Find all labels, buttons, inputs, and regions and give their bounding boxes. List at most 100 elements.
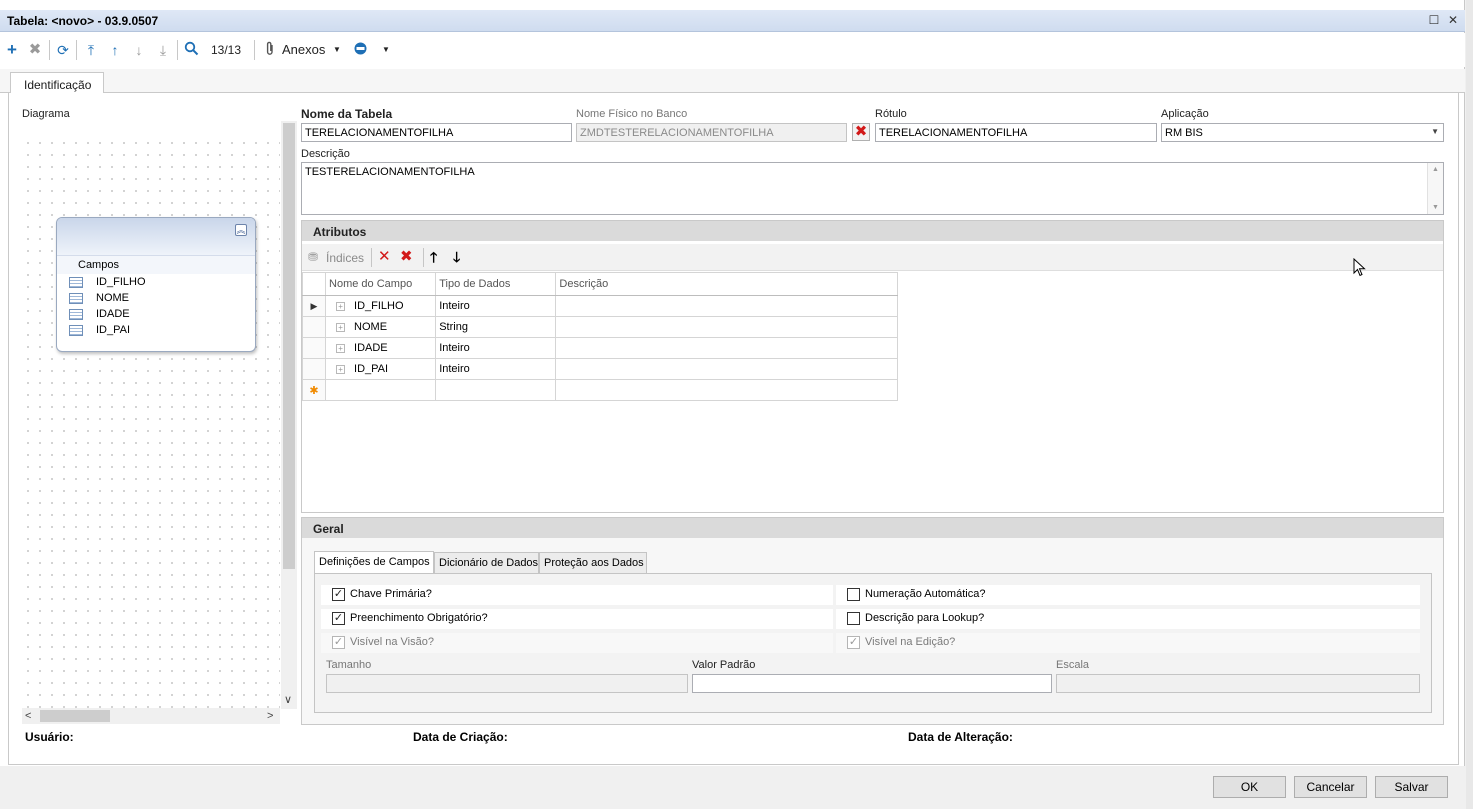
options-dropdown-icon[interactable]: ▼ xyxy=(381,41,391,59)
table-row[interactable]: + ID_PAI Inteiro xyxy=(301,358,898,380)
scroll-left-icon[interactable]: < xyxy=(25,709,31,723)
expand-icon[interactable]: + xyxy=(336,322,346,332)
scrollbar-thumb[interactable] xyxy=(40,710,110,722)
new-row[interactable]: ✱ xyxy=(301,379,898,401)
scroll-down-icon[interactable]: ∨ xyxy=(284,693,292,707)
new-cell[interactable] xyxy=(555,379,898,401)
first-record-icon[interactable]: ⤒ xyxy=(83,41,99,59)
valor-padrao-input[interactable] xyxy=(692,674,1052,693)
table-row[interactable]: + IDADE Inteiro xyxy=(301,337,898,359)
cell-tipo[interactable]: Inteiro xyxy=(435,337,557,359)
clear-icon[interactable]: ✖ xyxy=(852,123,870,141)
toolbar-separator xyxy=(49,40,50,60)
delete-all-icon[interactable]: ✖ xyxy=(400,249,413,265)
indices-button[interactable]: Índices xyxy=(326,250,364,266)
expand-icon[interactable]: + xyxy=(336,343,346,353)
cell-descricao[interactable] xyxy=(555,316,898,338)
descricao-lookup-checkbox[interactable] xyxy=(847,612,860,625)
tab-protecao-dados[interactable]: Proteção aos Dados xyxy=(539,552,647,574)
rotulo-input[interactable]: TERELACIONAMENTOFILHA xyxy=(875,123,1157,142)
cell-tipo[interactable]: String xyxy=(435,316,557,338)
attachments-button[interactable]: Anexos xyxy=(282,41,328,59)
chave-primaria-checkbox[interactable]: ✓ xyxy=(332,588,345,601)
descricao-lookup-row[interactable]: Descrição para Lookup? xyxy=(836,609,1420,629)
new-cell[interactable] xyxy=(435,379,557,401)
entity-field-label: IDADE xyxy=(96,308,130,320)
tab-dicionario-dados[interactable]: Dicionário de Dados xyxy=(434,552,539,574)
entity-field[interactable]: NOME xyxy=(57,290,255,306)
maximize-icon[interactable]: ☐ xyxy=(1427,13,1441,27)
cell-nome[interactable]: + IDADE xyxy=(325,337,437,359)
cell-nome[interactable]: + ID_FILHO xyxy=(325,295,437,317)
mouse-cursor-icon xyxy=(1353,258,1366,277)
move-down-icon[interactable]: 🡓 xyxy=(453,249,460,265)
entity-field[interactable]: IDADE xyxy=(57,306,255,322)
column-nome-campo[interactable]: Nome do Campo xyxy=(325,272,437,296)
next-record-icon[interactable]: ↓ xyxy=(131,41,147,59)
table-row[interactable]: ▶ + ID_FILHO Inteiro xyxy=(301,295,898,317)
nome-tabela-input[interactable]: TERELACIONAMENTOFILHA xyxy=(301,123,572,142)
cell-nome-text: ID_PAI xyxy=(354,363,389,375)
numeracao-checkbox[interactable] xyxy=(847,588,860,601)
entity-field-label: ID_FILHO xyxy=(96,276,146,288)
attachments-dropdown-icon[interactable]: ▼ xyxy=(332,41,342,59)
cell-nome-text: IDADE xyxy=(354,342,388,354)
geral-group: Geral Definições de Campos Dicionário de… xyxy=(301,517,1444,725)
toolbar-separator xyxy=(254,40,255,60)
atributos-title: Atributos xyxy=(302,221,1443,241)
tamanho-input xyxy=(326,674,688,693)
ok-button[interactable]: OK xyxy=(1213,776,1286,798)
move-up-icon[interactable]: 🡑 xyxy=(430,249,437,265)
column-tipo-dados[interactable]: Tipo de Dados xyxy=(435,272,557,296)
paperclip-icon[interactable] xyxy=(263,41,277,59)
rotulo-label: Rótulo xyxy=(875,108,907,120)
delete-row-icon[interactable]: ✕ xyxy=(378,249,391,265)
chave-primaria-row[interactable]: ✓ Chave Primária? xyxy=(321,585,833,605)
search-icon[interactable] xyxy=(183,41,199,59)
cell-tipo[interactable]: Inteiro xyxy=(435,358,557,380)
collapse-icon[interactable]: ︽ xyxy=(235,224,247,236)
cell-nome[interactable]: + ID_PAI xyxy=(325,358,437,380)
table-row[interactable]: + NOME String xyxy=(301,316,898,338)
tab-identificacao[interactable]: Identificação xyxy=(10,72,104,94)
entity-box[interactable]: ︽ Campos ID_FILHO NOME IDADE ID_PAI xyxy=(56,217,256,352)
refresh-icon[interactable]: ⟳ xyxy=(55,41,71,59)
close-icon[interactable]: ✕ xyxy=(1446,13,1460,27)
background-window-edge xyxy=(1466,0,1473,809)
diagram-vertical-scrollbar[interactable]: ∨ xyxy=(281,121,297,709)
last-record-icon[interactable]: ⤓ xyxy=(155,41,171,59)
cancel-button[interactable]: Cancelar xyxy=(1294,776,1367,798)
expand-icon[interactable]: + xyxy=(336,364,346,374)
save-button[interactable]: Salvar xyxy=(1375,776,1448,798)
cell-descricao[interactable] xyxy=(555,337,898,359)
preenchimento-row[interactable]: ✓ Preenchimento Obrigatório? xyxy=(321,609,833,629)
tab-definicoes-campos[interactable]: Definições de Campos xyxy=(314,551,434,574)
textarea-scrollbar[interactable]: ▲ ▼ xyxy=(1427,163,1443,214)
scroll-right-icon[interactable]: > xyxy=(267,709,273,723)
previous-record-icon[interactable]: ↑ xyxy=(107,41,123,59)
cell-tipo[interactable]: Inteiro xyxy=(435,295,557,317)
scrollbar-thumb[interactable] xyxy=(283,123,295,569)
aplicacao-select[interactable]: RM BIS ▼ xyxy=(1161,123,1444,142)
cell-nome[interactable]: + NOME xyxy=(325,316,437,338)
add-icon[interactable]: + xyxy=(4,41,20,59)
expand-icon[interactable]: + xyxy=(336,301,346,311)
indices-icon[interactable]: ⛃ xyxy=(308,249,318,265)
numeracao-row[interactable]: Numeração Automática? xyxy=(836,585,1420,605)
options-icon[interactable] xyxy=(352,41,368,59)
entity-field-label: NOME xyxy=(96,292,129,304)
new-cell[interactable] xyxy=(325,379,437,401)
entity-field[interactable]: ID_PAI xyxy=(57,322,255,338)
row-indicator xyxy=(301,358,327,380)
delete-icon[interactable]: ✖ xyxy=(27,41,43,59)
entity-field[interactable]: ID_FILHO xyxy=(57,274,255,290)
column-descricao[interactable]: Descrição xyxy=(555,272,898,296)
diagram-canvas[interactable]: ︽ Campos ID_FILHO NOME IDADE ID_PAI xyxy=(22,137,280,709)
cell-descricao[interactable] xyxy=(555,358,898,380)
diagram-horizontal-scrollbar[interactable]: < > xyxy=(22,708,280,724)
descricao-textarea[interactable]: TESTERELACIONAMENTOFILHA ▲ ▼ xyxy=(301,162,1444,215)
preenchimento-checkbox[interactable]: ✓ xyxy=(332,612,345,625)
cell-descricao[interactable] xyxy=(555,295,898,317)
toolbar: + ✖ ⟳ ⤒ ↑ ↓ ⤓ 13/13 Anexos ▼ ▼ xyxy=(0,33,1465,67)
chevron-down-icon[interactable]: ▼ xyxy=(1431,127,1439,136)
